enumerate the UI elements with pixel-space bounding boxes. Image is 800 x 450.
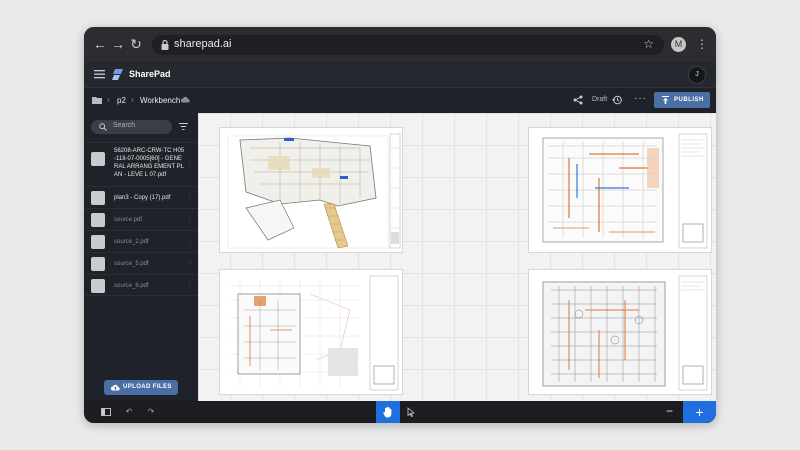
- upload-files-label: UPLOAD FILES: [123, 384, 172, 390]
- drag-handle-icon[interactable]: ⋮: [187, 161, 193, 168]
- file-list: 56208-ARC-CRW-TC H05-118-07-0005[60] - G…: [84, 142, 198, 296]
- list-item[interactable]: source.pdf ⋮: [84, 208, 198, 230]
- publish-button[interactable]: PUBLISH: [654, 92, 710, 108]
- drawing-sheet[interactable]: [219, 269, 403, 395]
- drawing-canvas[interactable]: [198, 113, 716, 401]
- breadcrumb-item-workbench[interactable]: Workbench: [140, 96, 180, 105]
- hamburger-menu-icon[interactable]: [94, 69, 105, 79]
- file-thumbnail: [91, 213, 105, 227]
- pointer-tool-icon[interactable]: [406, 407, 416, 417]
- drawing-sheet[interactable]: [219, 127, 403, 253]
- address-bar[interactable]: sharepad.ai ☆: [152, 35, 664, 55]
- url-text: sharepad.ai: [174, 38, 232, 50]
- hand-tool-button[interactable]: [376, 401, 400, 423]
- file-name: plan3 - Copy (17).pdf: [114, 195, 171, 201]
- lock-icon: [161, 39, 169, 50]
- floor-plan-drawing: [542, 133, 708, 249]
- drag-handle-icon[interactable]: ⋮: [187, 216, 193, 223]
- app-header: SharePad J: [84, 62, 716, 88]
- zoom-out-icon[interactable]: −: [666, 404, 673, 418]
- file-thumbnail: [91, 191, 105, 205]
- floor-plan-drawing: [542, 275, 708, 391]
- draft-status: Draft: [592, 96, 608, 103]
- list-item[interactable]: plan3 - Copy (17).pdf ⋮: [84, 186, 198, 208]
- list-item[interactable]: 56208-ARC-CRW-TC H05-118-07-0005[60] - G…: [84, 142, 198, 186]
- hand-tool-icon: [383, 406, 392, 418]
- toggle-sidebar-icon[interactable]: [101, 407, 111, 417]
- drawing-sheet[interactable]: [528, 269, 712, 395]
- list-item[interactable]: source_5.pdf ⋮: [84, 252, 198, 274]
- app-name: SharePad: [129, 69, 171, 79]
- publish-label: PUBLISH: [674, 97, 704, 103]
- user-avatar[interactable]: J: [688, 66, 706, 84]
- sharepad-logo-icon: [112, 69, 123, 80]
- search-icon: [99, 123, 107, 131]
- drag-handle-icon[interactable]: ⋮: [187, 282, 193, 289]
- list-item[interactable]: source_2.pdf ⋮: [84, 230, 198, 252]
- upload-arrow-icon: [662, 96, 669, 104]
- file-thumbnail: [91, 152, 105, 166]
- list-item[interactable]: source_6.pdf ⋮: [84, 274, 198, 296]
- history-icon[interactable]: [612, 95, 622, 105]
- more-options-icon[interactable]: ···: [634, 93, 647, 104]
- file-sidebar: Search 56208-ARC-CRW-TC H05-118-07-0005[…: [84, 113, 198, 401]
- arrow-right-icon[interactable]: →: [110, 36, 126, 52]
- undo-icon[interactable]: ↶: [124, 407, 134, 417]
- browser-window: ← → ↻ sharepad.ai ☆ M ⋮ SharePad J › p2 …: [84, 27, 716, 423]
- redo-icon[interactable]: ↷: [146, 407, 156, 417]
- file-name: source_6.pdf: [114, 283, 149, 289]
- drag-handle-icon[interactable]: ⋮: [187, 238, 193, 245]
- zoom-in-icon[interactable]: +: [683, 401, 716, 423]
- share-icon[interactable]: [573, 95, 583, 105]
- floor-plan-drawing: [227, 133, 401, 249]
- file-thumbnail: [91, 279, 105, 293]
- breadcrumb-item-p2[interactable]: p2: [117, 96, 126, 105]
- file-thumbnail: [91, 235, 105, 249]
- browser-menu-icon[interactable]: ⋮: [696, 36, 708, 52]
- file-name: source_5.pdf: [114, 261, 149, 267]
- file-name: source.pdf: [114, 217, 143, 223]
- drawing-sheet[interactable]: [528, 127, 712, 253]
- reload-icon[interactable]: ↻: [128, 36, 144, 52]
- folder-icon[interactable]: [92, 96, 102, 104]
- browser-chrome: ← → ↻ sharepad.ai ☆ M ⋮: [84, 27, 716, 62]
- filter-icon[interactable]: [179, 123, 188, 130]
- bottom-toolbar: ↶ ↷ − +: [84, 401, 716, 423]
- cloud-sync-icon: [181, 96, 190, 103]
- file-name: source_2.pdf: [114, 239, 149, 245]
- browser-profile-avatar[interactable]: M: [671, 37, 686, 52]
- cloud-upload-icon: [111, 384, 120, 391]
- arrow-left-icon[interactable]: ←: [92, 36, 108, 52]
- file-name: 56208-ARC-CRW-TC H05-118-07-0005[60] - G…: [114, 148, 185, 178]
- upload-files-button[interactable]: UPLOAD FILES: [104, 380, 178, 395]
- drag-handle-icon[interactable]: ⋮: [187, 260, 193, 267]
- chevron-right-icon: ›: [107, 95, 110, 104]
- search-placeholder: Search: [113, 122, 136, 129]
- breadcrumb-bar: › p2 › Workbench Draft ··· PUBLISH: [84, 88, 716, 113]
- search-input[interactable]: Search: [91, 120, 172, 134]
- bookmark-star-icon[interactable]: ☆: [643, 37, 654, 51]
- drag-handle-icon[interactable]: ⋮: [187, 194, 193, 201]
- file-thumbnail: [91, 257, 105, 271]
- chevron-right-icon: ›: [131, 95, 134, 104]
- floor-plan-drawing: [230, 275, 399, 391]
